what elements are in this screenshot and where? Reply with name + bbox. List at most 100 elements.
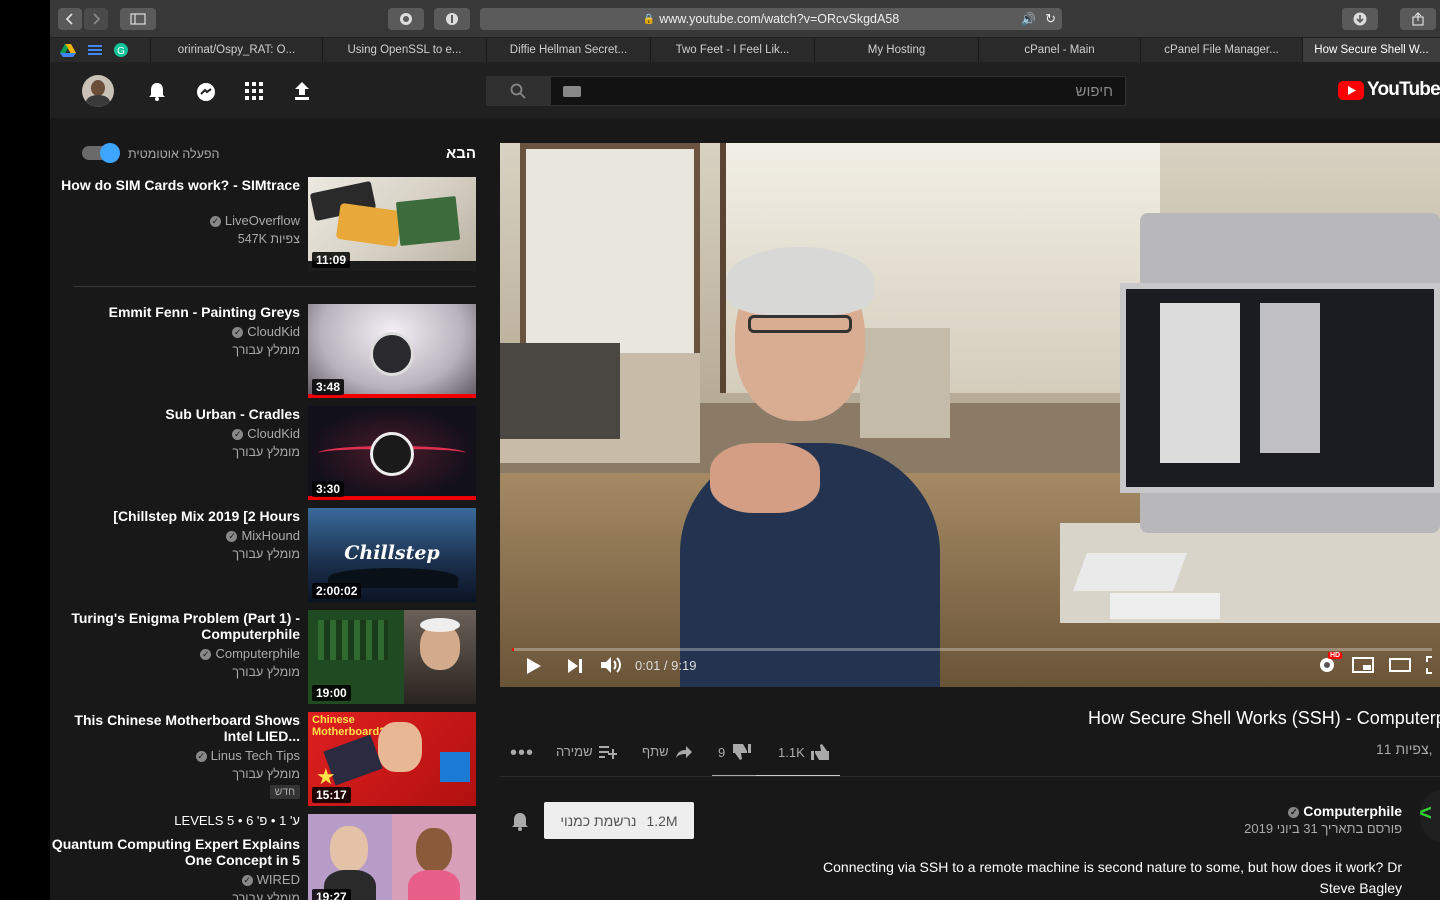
recommendation-label: מומלץ עבורך (232, 767, 300, 781)
channel-name[interactable]: ✓ CloudKid (50, 324, 300, 339)
list-item[interactable]: Chinese Motherboard?? ★ 15:17 This Chine… (50, 712, 480, 808)
keyboard-icon[interactable] (563, 86, 581, 97)
tab-my-hosting[interactable]: My Hosting (814, 38, 978, 62)
autoplay-toggle[interactable] (82, 143, 120, 163)
video-title[interactable]: Quantum Computing Expert Explains One Co… (50, 836, 300, 868)
video-title[interactable]: Sub Urban - Cradles (50, 406, 300, 422)
tab-cpanel-file-manager[interactable]: cPanel File Manager... (1140, 38, 1302, 62)
search-input[interactable]: חיפוש (550, 76, 1126, 106)
theater-mode-icon[interactable] (1389, 658, 1411, 672)
tab-ospy-rat[interactable]: oririnat/Ospy_RAT: O... (150, 38, 322, 62)
upload-icon[interactable] (293, 81, 311, 101)
logo-text: YouTube (1367, 79, 1440, 100)
video-title[interactable]: This Chinese Motherboard Shows Intel LIE… (50, 712, 300, 744)
list-item[interactable]: Chillstep 2:00:02 [Chillstep Mix 2019 [2… (50, 508, 480, 604)
save-button[interactable]: שמירה (556, 744, 617, 759)
channel-name[interactable]: ✓ MixHound (50, 528, 300, 543)
back-button[interactable] (58, 8, 82, 30)
dislike-button[interactable]: 9 (718, 743, 752, 761)
docs-icon[interactable] (88, 43, 102, 57)
video-title[interactable]: [Chillstep Mix 2019 [2 Hours (50, 508, 300, 524)
list-item[interactable]: 19:27 LEVELS 5 • ע' 1 • פ' 6 Quantum Com… (50, 813, 480, 900)
video-thumbnail[interactable]: Chinese Motherboard?? ★ 15:17 (308, 712, 476, 806)
grammarly-extension-button[interactable] (388, 8, 424, 30)
share-icon (1412, 12, 1424, 26)
video-title: How Secure Shell Works (SSH) - Computerp… (1088, 708, 1440, 728)
list-item[interactable]: 19:00 Turing's Enigma Problem (Part 1) -… (50, 610, 480, 706)
tab-openssl[interactable]: Using OpenSSL to e... (322, 38, 486, 62)
notifications-icon[interactable] (148, 81, 166, 101)
video-title[interactable]: Turing's Enigma Problem (Part 1) - Compu… (50, 610, 300, 642)
channel-name[interactable]: ✓ LiveOverflow (50, 213, 300, 228)
privacy-extension-button[interactable] (434, 8, 470, 30)
volume-icon[interactable] (600, 655, 622, 675)
video-player[interactable]: 0:01 / 9:19 HD (500, 143, 1440, 687)
google-drive-icon[interactable] (60, 43, 76, 57)
share-button[interactable]: שתף (642, 744, 693, 759)
video-thumbnail[interactable]: 3:48 (308, 304, 476, 398)
apps-grid-icon[interactable] (245, 82, 263, 100)
duration-badge: 3:48 (312, 379, 345, 395)
youtube-page: חיפוש YouTube הפעלה אוטומטית הבא 11:09 H… (50, 62, 1440, 900)
channel-avatar[interactable]: < (1420, 790, 1440, 842)
duration-badge: 2:00:02 (312, 583, 362, 599)
recommendation-label: מומלץ עבורך (232, 445, 300, 459)
sidebar-toggle-button[interactable] (120, 8, 156, 30)
time-display: 0:01 / 9:19 (635, 658, 697, 673)
tab-diffie-hellman[interactable]: Diffie Hellman Secret... (486, 38, 650, 62)
lock-icon: 🔒 (642, 13, 656, 25)
recommendation-label: מומלץ עבורך (232, 891, 300, 900)
youtube-logo[interactable]: YouTube (1338, 79, 1440, 101)
miniplayer-icon[interactable] (1352, 657, 1374, 673)
share-arrow-icon (675, 745, 692, 758)
list-item[interactable]: 3:48 Emmit Fenn - Painting Greys ✓ CloudK… (50, 304, 480, 400)
share-button[interactable] (1400, 8, 1436, 30)
address-bar[interactable]: 🔒 www.youtube.com/watch?v=ORcvSkgdA58 🔊 … (480, 8, 1062, 30)
video-thumbnail[interactable]: 11:09 (308, 177, 476, 271)
channel-name[interactable]: ✓ Computerphile (50, 646, 300, 661)
verified-icon: ✓ (200, 649, 212, 661)
downloads-button[interactable] (1342, 8, 1378, 30)
section-divider (500, 776, 1440, 777)
like-button[interactable]: 1.1K (778, 743, 831, 761)
channel-name[interactable]: ✓ Computerphile (1288, 803, 1402, 819)
forward-button[interactable] (84, 8, 108, 30)
subscriber-count: 1.2M (646, 812, 678, 829)
video-thumbnail[interactable]: Chillstep 2:00:02 (308, 508, 476, 602)
grammarly-icon (400, 13, 412, 25)
search-placeholder: חיפוש (1075, 82, 1113, 100)
tab-two-feet[interactable]: Two Feet - I Feel Lik... (650, 38, 814, 62)
video-thumbnail[interactable]: 3:30 (308, 406, 476, 500)
channel-name[interactable]: ✓ Linus Tech Tips (50, 748, 300, 763)
video-thumbnail[interactable]: 19:27 (308, 814, 476, 900)
verified-icon: ✓ (226, 531, 238, 543)
speaker-icon[interactable]: 🔊 (1021, 12, 1036, 26)
next-icon[interactable] (567, 658, 583, 674)
grammarly-bookmark-icon[interactable]: G (114, 43, 128, 57)
video-title[interactable]: Emmit Fenn - Painting Greys (50, 304, 300, 320)
avatar[interactable] (82, 75, 114, 107)
hd-badge: HD (1328, 652, 1343, 659)
video-thumbnail[interactable]: 19:00 (308, 610, 476, 704)
tab-secure-shell[interactable]: How Secure Shell W... (1302, 38, 1440, 62)
video-title[interactable]: How do SIM Cards work? - SIMtrace (50, 177, 300, 193)
search-button[interactable] (486, 76, 550, 106)
channel-name[interactable]: ✓ CloudKid (50, 426, 300, 441)
fullscreen-icon[interactable] (1426, 656, 1440, 674)
tab-cpanel-main[interactable]: cPanel - Main (978, 38, 1140, 62)
list-item[interactable]: 3:30 Sub Urban - Cradles ✓ CloudKid מומלץ… (50, 406, 480, 502)
channel-name[interactable]: ✓ WIRED (50, 872, 300, 887)
reload-icon[interactable]: ↻ (1045, 11, 1056, 27)
play-icon[interactable] (526, 657, 542, 675)
list-item[interactable]: 11:09 How do SIM Cards work? - SIMtrace … (50, 177, 480, 273)
chevron-left-icon (65, 13, 73, 25)
autoplay-label: הפעלה אוטומטית (128, 147, 220, 161)
more-actions-button[interactable]: ••• (510, 742, 534, 765)
search-area: חיפוש (486, 76, 1126, 106)
bell-icon[interactable] (511, 811, 529, 831)
subscribed-button[interactable]: נרשמת כמנוי 1.2M (544, 802, 694, 839)
browser-toolbar: 🔒 www.youtube.com/watch?v=ORcvSkgdA58 🔊 … (50, 0, 1440, 38)
new-badge: חדש (269, 785, 300, 799)
messages-icon[interactable] (196, 82, 216, 102)
thumbnail-text: Chillstep (344, 542, 440, 564)
